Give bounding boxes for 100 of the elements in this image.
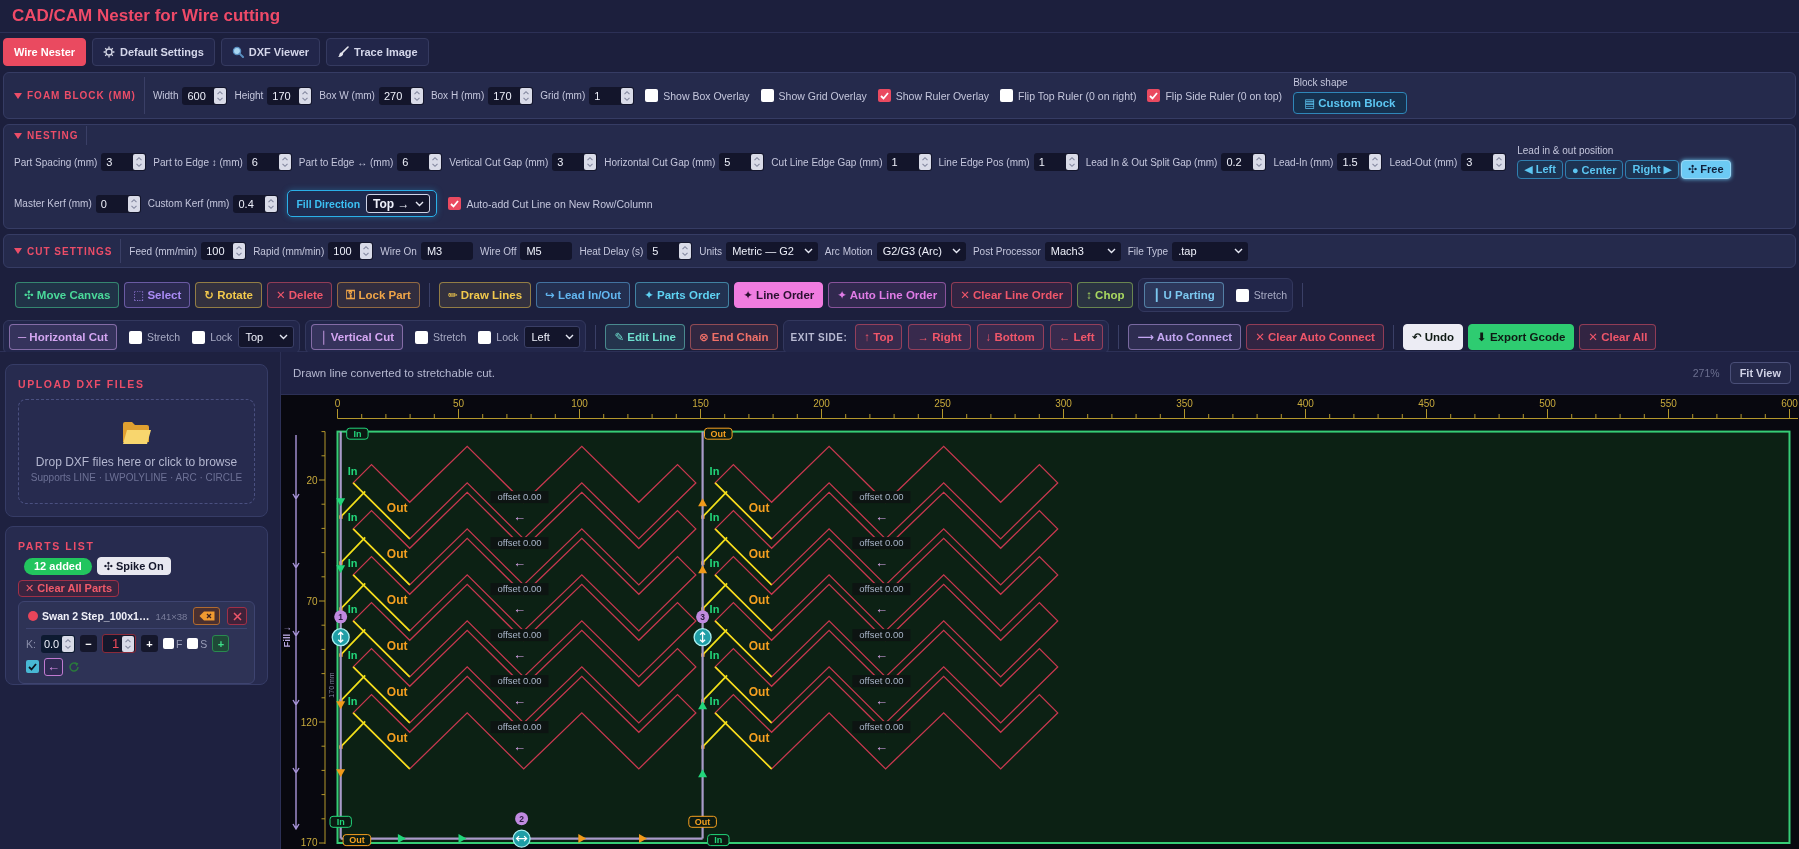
toolbar-button[interactable]: ↓ Bottom	[976, 324, 1044, 350]
checkbox[interactable]	[26, 660, 39, 673]
number-field[interactable]: 1	[589, 86, 635, 105]
number-field[interactable]: 6	[246, 153, 292, 171]
fit-view-button[interactable]: Fit View	[1729, 362, 1791, 384]
dropdown[interactable]: G2/G3 (Arc)	[876, 241, 966, 261]
segment-option[interactable]: ✣ Free	[1681, 160, 1731, 179]
direction-marker-icon	[397, 834, 406, 844]
section-toggle[interactable]: NESTING	[4, 126, 88, 145]
number-field[interactable]: 170	[488, 86, 534, 105]
toolbar-button[interactable]: ⬇ Export Gcode	[1468, 324, 1575, 350]
segment-option[interactable]: Right ▶	[1625, 160, 1680, 179]
segment-option[interactable]: ● Center	[1564, 160, 1624, 179]
number-field[interactable]: 1.5	[1337, 153, 1383, 171]
text-field[interactable]: M5	[520, 242, 573, 260]
move-handle-icon[interactable]	[693, 628, 712, 647]
toolbar-button[interactable]: ✕ Clear Auto Connect	[1246, 324, 1384, 350]
toolbar-button[interactable]: ⬚ Select	[124, 282, 191, 308]
number-field[interactable]: 170	[267, 86, 313, 105]
toolbar-button[interactable]: ✏ Draw Lines	[438, 282, 532, 308]
toolbar-button[interactable]: ✣ Move Canvas	[15, 282, 120, 308]
add-button[interactable]: +	[212, 635, 230, 652]
toolbar-button[interactable]: ← Left	[1049, 324, 1104, 350]
toolbar-button[interactable]: │ Vertical Cut	[311, 324, 404, 350]
number-field[interactable]: 5	[647, 242, 693, 260]
toolbar-button[interactable]: → Right	[908, 324, 971, 350]
toolbar-button[interactable]: ↑ Top	[855, 324, 903, 350]
clear-parts-button[interactable]: ✕ Clear All Parts	[18, 580, 120, 597]
checkbox[interactable]	[760, 89, 774, 102]
toolbar-button[interactable]: ✕ Clear Line Order	[951, 282, 1073, 308]
toolbar-button[interactable]: ✕ Clear All	[1579, 324, 1657, 350]
checkbox[interactable]	[1000, 89, 1014, 102]
tab[interactable]: DXF Viewer	[220, 38, 321, 66]
checkbox[interactable]	[448, 197, 462, 210]
number-field[interactable]: 1	[886, 153, 932, 171]
toolbar-button[interactable]: ✦ Line Order	[734, 282, 824, 308]
checkbox[interactable]	[187, 638, 199, 649]
checkbox[interactable]	[415, 330, 429, 344]
toolbar-button[interactable]: ⟶ Auto Connect	[1128, 324, 1242, 350]
number-field[interactable]: 0.0	[40, 634, 75, 653]
block-shape-button[interactable]: ▤ Custom Block	[1293, 92, 1407, 114]
checkbox[interactable]	[1235, 288, 1249, 302]
number-field[interactable]: 6	[397, 153, 443, 171]
dropdown[interactable]: Left	[524, 326, 581, 348]
dropdown[interactable]: Metric — G2	[726, 241, 818, 261]
move-handle-icon[interactable]	[512, 829, 531, 848]
erase-button[interactable]	[193, 607, 220, 625]
ruler-label: 500	[1539, 398, 1556, 409]
toolbar-button[interactable]: ✦ Parts Order	[635, 282, 730, 308]
number-field[interactable]: 3	[101, 153, 147, 171]
count-badge: 12 added	[24, 557, 92, 575]
number-field[interactable]: 3	[552, 153, 598, 171]
move-handle-icon[interactable]	[331, 628, 350, 647]
number-field[interactable]: 600	[182, 86, 228, 105]
number-field[interactable]: 100	[328, 242, 374, 260]
spike-toggle[interactable]: ✣ Spike On	[96, 557, 171, 575]
tab[interactable]: Wire Nester	[3, 38, 87, 66]
toolbar-button[interactable]: ↶ Undo	[1402, 324, 1464, 350]
tab[interactable]: Trace Image	[326, 38, 429, 66]
number-field[interactable]: 5	[719, 153, 765, 171]
drop-zone[interactable]: Drop DXF files here or click to browse Supports LINE · LWPOLYLINE · ARC · CIRCLE	[18, 399, 255, 504]
toolbar-button[interactable]: ↪ Lead In/Out	[536, 282, 631, 308]
dropdown[interactable]: Top →	[366, 194, 431, 213]
back-button[interactable]: ←	[44, 657, 63, 676]
number-field[interactable]: 1	[1033, 153, 1079, 171]
segment-option[interactable]: ◀ Left	[1517, 160, 1563, 179]
number-field[interactable]: 100	[201, 242, 247, 260]
checkbox[interactable]	[1147, 89, 1161, 102]
dropdown[interactable]: Mach3	[1044, 241, 1121, 261]
text-field[interactable]: M3	[420, 242, 473, 260]
toolbar-button[interactable]: ┃ U Parting	[1144, 282, 1224, 308]
number-field[interactable]: 270	[378, 86, 424, 105]
toolbar-button[interactable]: ✦ Auto Line Order	[828, 282, 947, 308]
tab[interactable]: Default Settings	[92, 38, 215, 66]
toolbar-button[interactable]: ✎ Edit Line	[605, 324, 685, 350]
checkbox[interactable]	[645, 89, 659, 102]
checkbox[interactable]	[128, 330, 142, 344]
number-field[interactable]: 0.4	[233, 194, 279, 213]
toolbar-button[interactable]: ✕ Delete	[266, 282, 333, 308]
checkbox[interactable]	[192, 330, 206, 344]
checkbox-label: Show Box Overlay	[663, 89, 750, 102]
dropdown[interactable]: Top	[238, 326, 295, 348]
toolbar-button[interactable]: ─ Horizontal Cut	[9, 324, 117, 350]
number-field[interactable]: 0	[95, 194, 141, 213]
toolbar-button[interactable]: ↕ Chop	[1077, 282, 1134, 308]
number-field[interactable]: 0.2	[1221, 153, 1267, 171]
toolbar-button[interactable]: ↻ Rotate	[195, 282, 262, 308]
checkbox[interactable]	[877, 89, 891, 102]
quantity-field[interactable]: 1	[101, 634, 136, 653]
toolbar-button[interactable]: ⚿ Lock Part	[337, 282, 420, 308]
checkbox[interactable]	[478, 330, 492, 344]
dropdown[interactable]: .tap	[1172, 241, 1249, 261]
checkbox[interactable]	[162, 638, 174, 649]
number-field[interactable]: 3	[1461, 153, 1507, 171]
increment-button[interactable]: +	[140, 635, 158, 652]
remove-part-button[interactable]	[227, 607, 247, 625]
section-toggle[interactable]: FOAM BLOCK (MM)	[4, 77, 145, 114]
section-toggle[interactable]: CUT SETTINGS	[4, 239, 122, 263]
toolbar-button[interactable]: ⊗ End Chain	[689, 324, 778, 350]
decrement-button[interactable]: −	[79, 635, 97, 652]
